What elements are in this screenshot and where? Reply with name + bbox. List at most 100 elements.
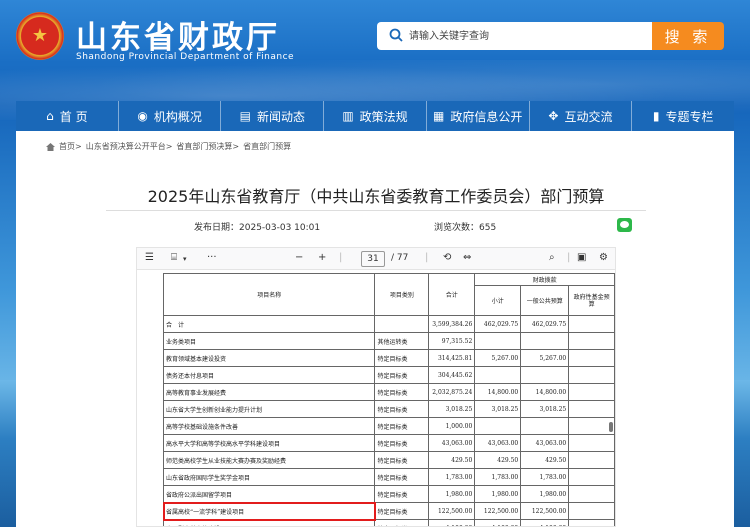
table-row: 省政府公派出国留学项目特定目标类1,980.001,980.001,980.00: [164, 486, 615, 503]
cell-gen: 5,267.00: [521, 350, 569, 367]
document-icon: ▦: [433, 109, 444, 123]
view-count: 浏览次数：655: [434, 220, 496, 233]
sidebar-toggle-icon[interactable]: ☰: [145, 252, 154, 263]
article-title: 2025年山东省教育厅（中共山东省委教育工作委员会）部门预算: [106, 183, 646, 207]
cell-type: 特定目标类: [375, 367, 429, 384]
home-icon: ⌂: [46, 109, 54, 123]
cell-sub: 1,980.00: [475, 486, 521, 503]
main-nav: ⌂首 页 ◉机构概况 ▤新闻动态 ▥政策法规 ▦政府信息公开 ✥互动交流 ▮专题…: [16, 101, 734, 131]
cell-name: 高水平大学和高等学校高水平学科建设项目: [164, 435, 375, 452]
cell-gen: 429.50: [521, 452, 569, 469]
cell-fund: [569, 384, 615, 401]
cell-sub: 43,063.00: [475, 435, 521, 452]
cell-name: 教育领域基本建设投资: [164, 350, 375, 367]
col-header-total: 合计: [429, 274, 475, 316]
table-row: 合 计3,599,384.26462,029.75462,029.75: [164, 316, 615, 333]
cell-total: 43,063.00: [429, 435, 475, 452]
divider-icon: |: [425, 252, 428, 263]
cell-total: 3,599,384.26: [429, 316, 475, 333]
cell-fund: [569, 367, 615, 384]
cell-sub: 5,267.00: [475, 350, 521, 367]
fit-page-icon[interactable]: ⇔: [463, 252, 471, 263]
zoom-in-icon[interactable]: +: [318, 252, 326, 263]
cell-name: 山东省大学生创新创业能力提升计划: [164, 401, 375, 418]
table-row: 高水平大学和高等学校高水平学科建设项目特定目标类43,063.0043,063.…: [164, 435, 615, 452]
table-row: 省属高校“一流学科”建设项目特定目标类122,500.00122,500.001…: [164, 503, 615, 520]
cell-total: 122,500.00: [429, 503, 475, 520]
page-total: / 77: [391, 253, 408, 263]
chevron-down-icon[interactable]: ▾: [183, 255, 187, 263]
site-title: 山东省财政厅: [76, 12, 280, 57]
search-icon[interactable]: ⌕: [549, 252, 555, 263]
rotate-icon[interactable]: ⟲: [443, 252, 451, 263]
cell-total: 4,100.00: [429, 520, 475, 527]
cell-sub: [475, 418, 521, 435]
col-header-general: 一般公共预算: [521, 286, 569, 316]
cell-type: 特定目标类: [375, 520, 429, 527]
cell-sub: 3,018.25: [475, 401, 521, 418]
national-emblem-logo: ★: [16, 12, 64, 60]
page-number-input[interactable]: 31: [361, 251, 385, 267]
cell-gen: 4,100.00: [521, 520, 569, 527]
scrollbar-thumb[interactable]: [609, 422, 613, 432]
pdf-viewer: ☰ ⌸ ▾ ··· − + | 31 / 77 | ⟲ ⇔ ⌕ | ▣ ⚙ 项目…: [136, 247, 616, 527]
search-icon: [389, 28, 403, 42]
cell-type: 特定目标类: [375, 384, 429, 401]
breadcrumb-platform[interactable]: 山东省预决算公开平台>: [86, 141, 173, 152]
bookmark-icon: ▮: [653, 109, 660, 123]
nav-organization[interactable]: ◉机构概况: [119, 101, 222, 131]
cell-sub: 462,029.75: [475, 316, 521, 333]
budget-table-page: 项目名称 项目类别 合计 财政拨款 小计 一般公共预算 政府性基金预算 合 计3…: [163, 273, 615, 527]
cell-type: 特定目标类: [375, 486, 429, 503]
col-header-type: 项目类别: [375, 274, 429, 316]
cell-total: 1,783.00: [429, 469, 475, 486]
nav-gov-info[interactable]: ▦政府信息公开: [427, 101, 530, 131]
settings-icon[interactable]: ⚙: [599, 252, 608, 263]
breadcrumb-current[interactable]: 省直部门预算: [243, 141, 291, 152]
search-input[interactable]: [409, 26, 639, 46]
cell-total: 304,445.62: [429, 367, 475, 384]
cell-type: 特定目标类: [375, 435, 429, 452]
divider-icon: |: [567, 252, 570, 263]
nav-home[interactable]: ⌂首 页: [16, 101, 119, 131]
publish-date: 发布日期：2025-03-03 10:01: [194, 220, 320, 233]
search-button[interactable]: 搜 索: [652, 22, 724, 50]
zoom-out-icon[interactable]: −: [295, 252, 303, 263]
cell-sub: 4,100.00: [475, 520, 521, 527]
cell-type: 特定目标类: [375, 452, 429, 469]
cell-fund: [569, 486, 615, 503]
nav-policy[interactable]: ▥政策法规: [324, 101, 427, 131]
col-header-fiscal: 财政拨款: [475, 274, 615, 286]
breadcrumb-dept-budget[interactable]: 省直部门预决算>: [176, 141, 239, 152]
cell-fund: [569, 503, 615, 520]
cell-type: 特定目标类: [375, 469, 429, 486]
cell-gen: [521, 333, 569, 350]
nav-topics[interactable]: ▮专题专栏: [632, 101, 734, 131]
cell-total: 1,000.00: [429, 418, 475, 435]
more-icon[interactable]: ···: [207, 252, 217, 263]
col-header-name: 项目名称: [164, 274, 375, 316]
cell-sub: [475, 333, 521, 350]
cell-type: 特定目标类: [375, 350, 429, 367]
location-icon: ◉: [137, 109, 147, 123]
wechat-share-icon[interactable]: [617, 218, 632, 232]
cell-total: 2,032,875.24: [429, 384, 475, 401]
cell-fund: [569, 452, 615, 469]
cell-gen: 1,980.00: [521, 486, 569, 503]
cell-fund: [569, 520, 615, 527]
cell-name-highlighted: 省属高校“一流学科”建设项目: [164, 503, 375, 520]
news-icon: ▤: [240, 109, 251, 123]
nav-news[interactable]: ▤新闻动态: [221, 101, 324, 131]
cell-gen: [521, 367, 569, 384]
breadcrumb-home[interactable]: 首页>: [59, 141, 82, 152]
site-subtitle: Shandong Provincial Department of Financ…: [76, 52, 294, 62]
cell-total: 314,425.81: [429, 350, 475, 367]
save-icon[interactable]: ▣: [577, 252, 586, 263]
cell-fund: [569, 316, 615, 333]
cell-type: [375, 316, 429, 333]
home-icon: [46, 143, 55, 151]
cell-name: 高等学校基础设施条件改善: [164, 418, 375, 435]
highlight-icon[interactable]: ⌸: [171, 252, 177, 263]
book-icon: ▥: [342, 109, 353, 123]
nav-interaction[interactable]: ✥互动交流: [530, 101, 633, 131]
